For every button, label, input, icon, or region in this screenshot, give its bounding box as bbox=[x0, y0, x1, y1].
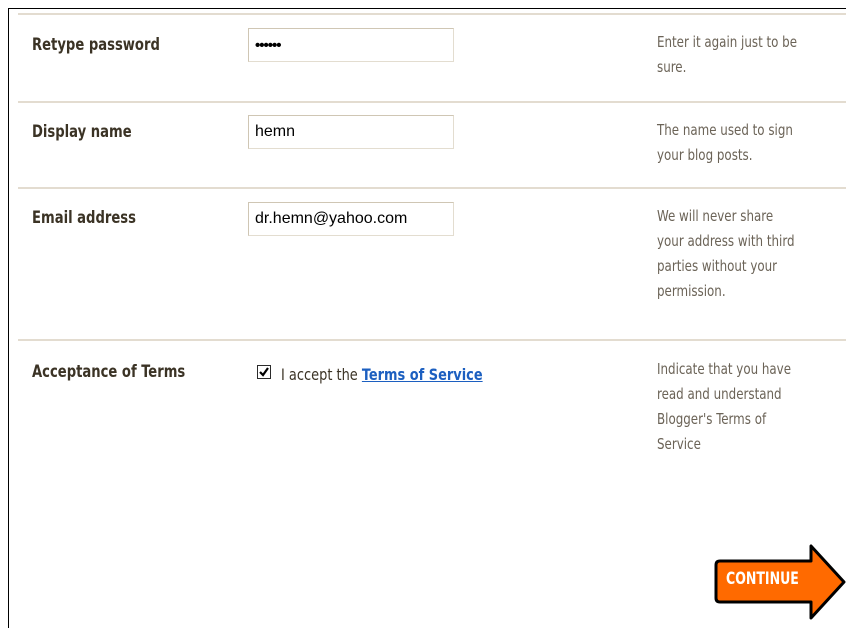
row-separator bbox=[18, 101, 846, 103]
page-frame-left bbox=[8, 8, 9, 628]
help-line: parties without your bbox=[657, 257, 778, 275]
help-line: The name used to sign bbox=[657, 121, 793, 139]
help-line: permission. bbox=[657, 282, 726, 300]
continue-button[interactable]: CONTINUE bbox=[712, 542, 846, 622]
help-line: Blogger's Terms of bbox=[657, 410, 767, 428]
display-name-label: Display name bbox=[32, 122, 132, 142]
help-line: read and understand bbox=[657, 385, 782, 403]
page-frame-top bbox=[8, 8, 846, 9]
retype-password-help: Enter it again just to be sure. bbox=[657, 30, 824, 80]
continue-label: CONTINUE bbox=[726, 569, 799, 589]
email-address-label: Email address bbox=[32, 208, 136, 228]
retype-password-field[interactable] bbox=[248, 28, 454, 62]
accept-terms-checkbox[interactable] bbox=[257, 365, 271, 379]
accept-terms-text: I accept the Terms of Service bbox=[281, 365, 483, 384]
help-line: your blog posts. bbox=[657, 146, 753, 164]
terms-of-service-link[interactable]: Terms of Service bbox=[362, 365, 483, 384]
terms-help: Indicate that you have read and understa… bbox=[657, 357, 824, 457]
email-field[interactable] bbox=[248, 202, 454, 236]
help-line: Service bbox=[657, 435, 701, 453]
help-line: Enter it again just to be bbox=[657, 33, 798, 51]
help-line: Indicate that you have bbox=[657, 360, 792, 378]
help-line: We will never share bbox=[657, 207, 774, 225]
email-help: We will never share your address with th… bbox=[657, 204, 824, 304]
display-name-help: The name used to sign your blog posts. bbox=[657, 118, 824, 168]
checkmark-icon bbox=[259, 367, 269, 377]
row-separator bbox=[18, 13, 846, 15]
retype-password-label: Retype password bbox=[32, 35, 160, 55]
row-separator bbox=[18, 187, 846, 189]
help-line: sure. bbox=[657, 58, 687, 76]
accept-prefix: I accept the bbox=[281, 365, 358, 384]
display-name-field[interactable] bbox=[248, 115, 454, 149]
acceptance-of-terms-label: Acceptance of Terms bbox=[32, 362, 186, 382]
help-line: your address with third bbox=[657, 232, 795, 250]
row-separator bbox=[18, 339, 846, 341]
